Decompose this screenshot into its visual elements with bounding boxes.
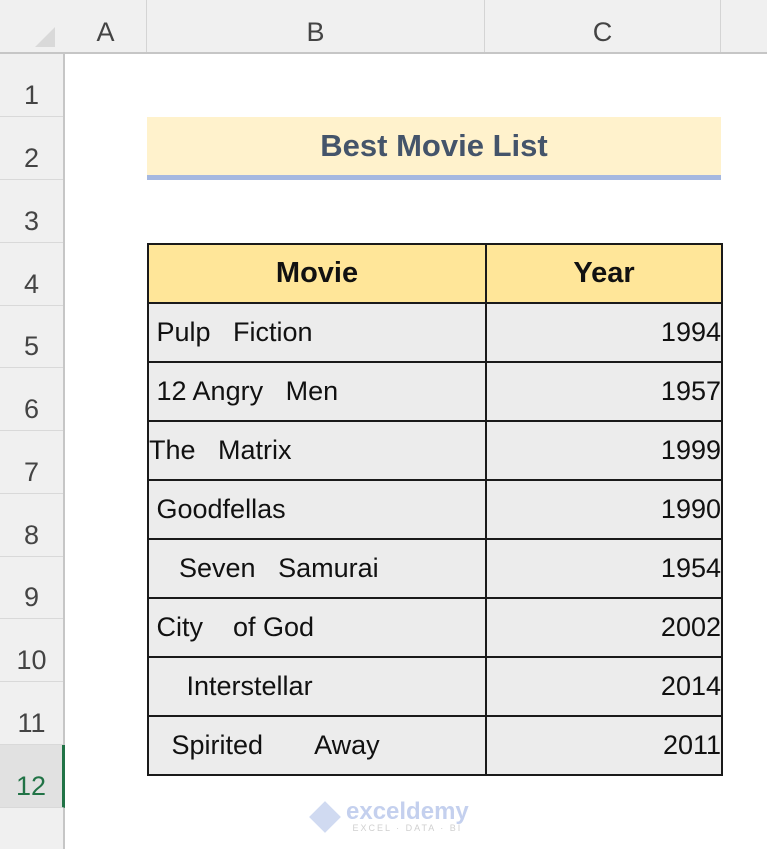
exceldemy-logo-icon — [309, 800, 341, 833]
movie-cell[interactable]: Goodfellas — [147, 479, 487, 540]
year-cell[interactable]: 2011 — [485, 715, 723, 776]
row-header-12[interactable]: 12 — [0, 745, 65, 808]
table-row: Interstellar 2014 — [147, 656, 723, 717]
row-header-3[interactable]: 3 — [0, 180, 63, 243]
movie-cell[interactable]: Interstellar — [147, 656, 487, 717]
year-cell[interactable]: 1994 — [485, 302, 723, 363]
column-header-a[interactable]: A — [65, 0, 147, 52]
table-row: The Matrix 1999 — [147, 420, 723, 481]
row-header-5[interactable]: 5 — [0, 306, 63, 368]
movie-cell[interactable]: Pulp Fiction — [147, 302, 487, 363]
select-all-triangle-icon — [35, 27, 55, 47]
row-header-1[interactable]: 1 — [0, 54, 63, 117]
header-year[interactable]: Year — [485, 243, 723, 304]
year-cell[interactable]: 1999 — [485, 420, 723, 481]
column-header-b[interactable]: B — [147, 0, 485, 52]
row-header-7[interactable]: 7 — [0, 431, 63, 494]
row-header-8[interactable]: 8 — [0, 494, 63, 557]
watermark-tagline: EXCEL · DATA · BI — [352, 823, 463, 833]
year-cell[interactable]: 1954 — [485, 538, 723, 599]
header-movie[interactable]: Movie — [147, 243, 487, 304]
row-header-11[interactable]: 11 — [0, 682, 63, 745]
table-row: 12 Angry Men 1957 — [147, 361, 723, 422]
year-cell[interactable]: 2002 — [485, 597, 723, 658]
year-cell[interactable]: 1957 — [485, 361, 723, 422]
table-row: City of God 2002 — [147, 597, 723, 658]
sheet-title[interactable]: Best Movie List — [147, 117, 721, 180]
movie-cell[interactable]: Spirited Away — [147, 715, 487, 776]
movie-cell[interactable]: City of God — [147, 597, 487, 658]
movie-cell[interactable]: Seven Samurai — [147, 538, 487, 599]
table-header-row: Movie Year — [147, 243, 723, 304]
movie-cell[interactable]: The Matrix — [147, 420, 487, 481]
row-header-4[interactable]: 4 — [0, 243, 63, 306]
row-header-2[interactable]: 2 — [0, 117, 63, 180]
row-header-bar: 1 2 3 4 5 6 7 8 9 10 11 12 — [0, 54, 65, 849]
table-row: Spirited Away 2011 — [147, 715, 723, 776]
year-cell[interactable]: 1990 — [485, 479, 723, 540]
column-header-bar: A B C — [0, 0, 767, 54]
movie-table: Movie Year Pulp Fiction 1994 12 Angry Me… — [147, 243, 723, 776]
row-header-10[interactable]: 10 — [0, 619, 63, 682]
column-header-c[interactable]: C — [485, 0, 721, 52]
row-header-6[interactable]: 6 — [0, 368, 63, 431]
movie-cell[interactable]: 12 Angry Men — [147, 361, 487, 422]
table-row: Seven Samurai 1954 — [147, 538, 723, 599]
row-header-9[interactable]: 9 — [0, 557, 63, 619]
year-cell[interactable]: 2014 — [485, 656, 723, 717]
table-row: Goodfellas 1990 — [147, 479, 723, 540]
table-row: Pulp Fiction 1994 — [147, 302, 723, 363]
watermark-name: exceldemy — [346, 798, 469, 825]
watermark: exceldemy EXCEL · DATA · BI — [309, 798, 469, 833]
select-all-button[interactable] — [0, 0, 65, 53]
